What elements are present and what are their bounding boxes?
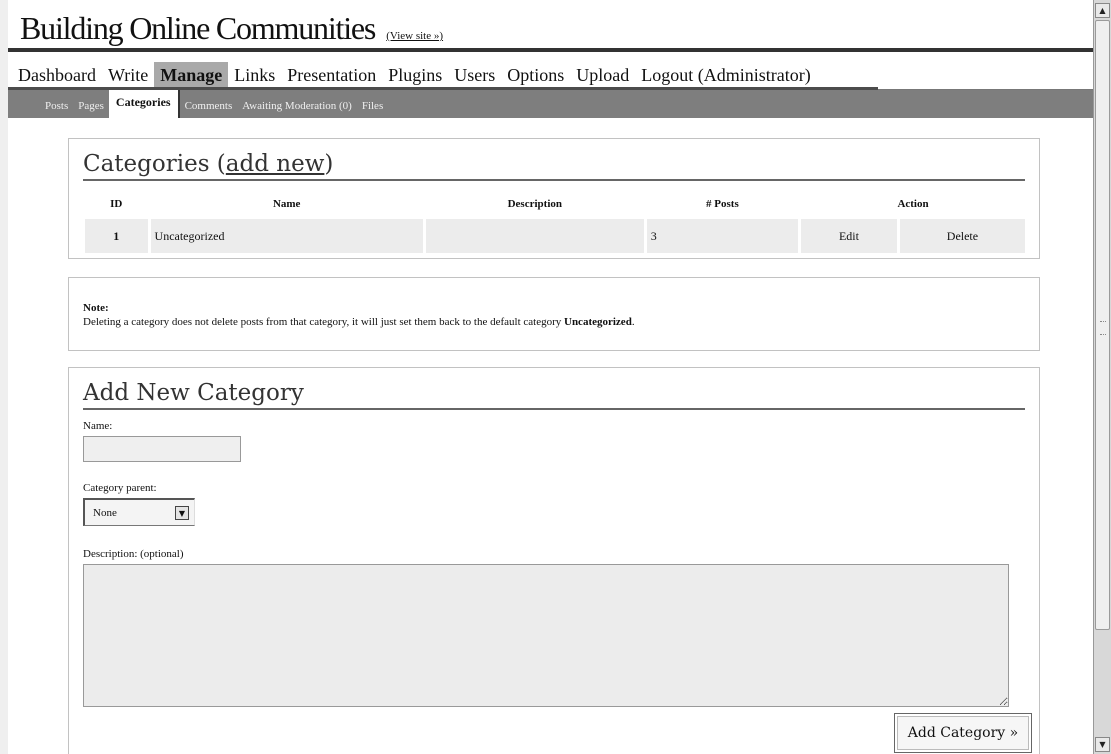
site-header: Building Online Communities (View site »… bbox=[8, 0, 1093, 52]
subnav-categories[interactable]: Categories bbox=[108, 90, 180, 118]
nav-plugins[interactable]: Plugins bbox=[382, 62, 448, 90]
site-title: Building Online Communities bbox=[20, 10, 376, 46]
subnav-pages[interactable]: Pages bbox=[73, 100, 109, 118]
subnav-posts[interactable]: Posts bbox=[40, 100, 73, 118]
scroll-down-icon[interactable]: ▼ bbox=[1095, 737, 1110, 752]
name-input[interactable] bbox=[83, 436, 241, 462]
col-action: Action bbox=[897, 198, 929, 210]
description-textarea[interactable] bbox=[83, 564, 1009, 707]
parent-selected-value: None bbox=[93, 506, 117, 519]
nav-logout[interactable]: Logout (Administrator) bbox=[635, 62, 816, 90]
table-header-row: ID Name Description # Posts Action bbox=[85, 192, 1025, 216]
scroll-up-icon[interactable]: ▲ bbox=[1095, 3, 1110, 18]
note-text-bold: Uncategorized bbox=[564, 316, 632, 328]
nav-users[interactable]: Users bbox=[448, 62, 501, 90]
chevron-down-icon[interactable]: ▼ bbox=[175, 506, 189, 520]
nav-links[interactable]: Links bbox=[228, 62, 281, 90]
note-title: Note: bbox=[83, 302, 109, 314]
nav-write[interactable]: Write bbox=[102, 62, 154, 90]
col-name: Name bbox=[272, 198, 301, 210]
col-description: Description bbox=[507, 198, 562, 210]
nav-options[interactable]: Options bbox=[501, 62, 570, 90]
view-site-link[interactable]: (View site ») bbox=[386, 30, 443, 42]
subnav-comments[interactable]: Comments bbox=[180, 100, 238, 118]
nav-manage[interactable]: Manage bbox=[154, 62, 229, 90]
table-row: 1 Uncategorized 3 Edit Delete bbox=[85, 219, 1025, 253]
nav-dashboard[interactable]: Dashboard bbox=[12, 62, 102, 90]
add-category-form: Name: Category parent: None ▼ Descriptio… bbox=[69, 410, 1039, 710]
subnav-awaiting-moderation[interactable]: Awaiting Moderation (0) bbox=[237, 100, 357, 118]
vertical-scrollbar[interactable]: ▲ ▼ bbox=[1093, 0, 1111, 754]
delete-button[interactable]: Delete bbox=[899, 219, 1025, 253]
subnav-files[interactable]: Files bbox=[357, 100, 388, 118]
col-posts: # Posts bbox=[706, 198, 739, 210]
category-parent-select[interactable]: None ▼ bbox=[83, 498, 195, 526]
edit-button[interactable]: Edit bbox=[801, 219, 897, 253]
add-new-link[interactable]: add new bbox=[226, 151, 325, 177]
cell-description bbox=[425, 219, 644, 253]
admin-page: Building Online Communities (View site »… bbox=[0, 0, 1093, 754]
nav-underline bbox=[8, 87, 878, 90]
scrollbar-thumb[interactable] bbox=[1095, 20, 1110, 630]
note-text: Deleting a category does not delete post… bbox=[83, 316, 1039, 328]
note-text-before: Deleting a category does not delete post… bbox=[83, 316, 564, 328]
categories-heading: Categories (add new) bbox=[83, 151, 1025, 181]
heading-suffix: ) bbox=[324, 151, 334, 177]
add-category-button[interactable]: Add Category » bbox=[894, 713, 1032, 753]
cell-posts: 3 bbox=[646, 219, 799, 253]
grip-icon bbox=[1100, 321, 1106, 335]
col-id: ID bbox=[110, 198, 123, 210]
description-label: Description: (optional) bbox=[83, 548, 184, 560]
note-panel: Note: Deleting a category does not delet… bbox=[68, 277, 1040, 351]
name-label: Name: bbox=[83, 420, 113, 432]
categories-panel: Categories (add new) ID Name Description… bbox=[68, 138, 1040, 259]
note-text-after: . bbox=[631, 316, 635, 328]
categories-table: ID Name Description # Posts Action 1 Unc… bbox=[82, 189, 1028, 256]
cell-name: Uncategorized bbox=[150, 219, 423, 253]
main-nav: Dashboard Write Manage Links Presentatio… bbox=[8, 52, 1093, 90]
parent-label: Category parent: bbox=[83, 482, 157, 494]
nav-upload[interactable]: Upload bbox=[570, 62, 635, 90]
heading-prefix: Categories ( bbox=[83, 151, 226, 177]
sub-nav: Posts Pages Categories Comments Awaiting… bbox=[8, 90, 1093, 118]
add-category-heading: Add New Category bbox=[83, 380, 1025, 410]
nav-presentation[interactable]: Presentation bbox=[281, 62, 382, 90]
cell-id: 1 bbox=[85, 219, 148, 253]
add-category-panel: Add New Category Name: Category parent: … bbox=[68, 367, 1040, 754]
